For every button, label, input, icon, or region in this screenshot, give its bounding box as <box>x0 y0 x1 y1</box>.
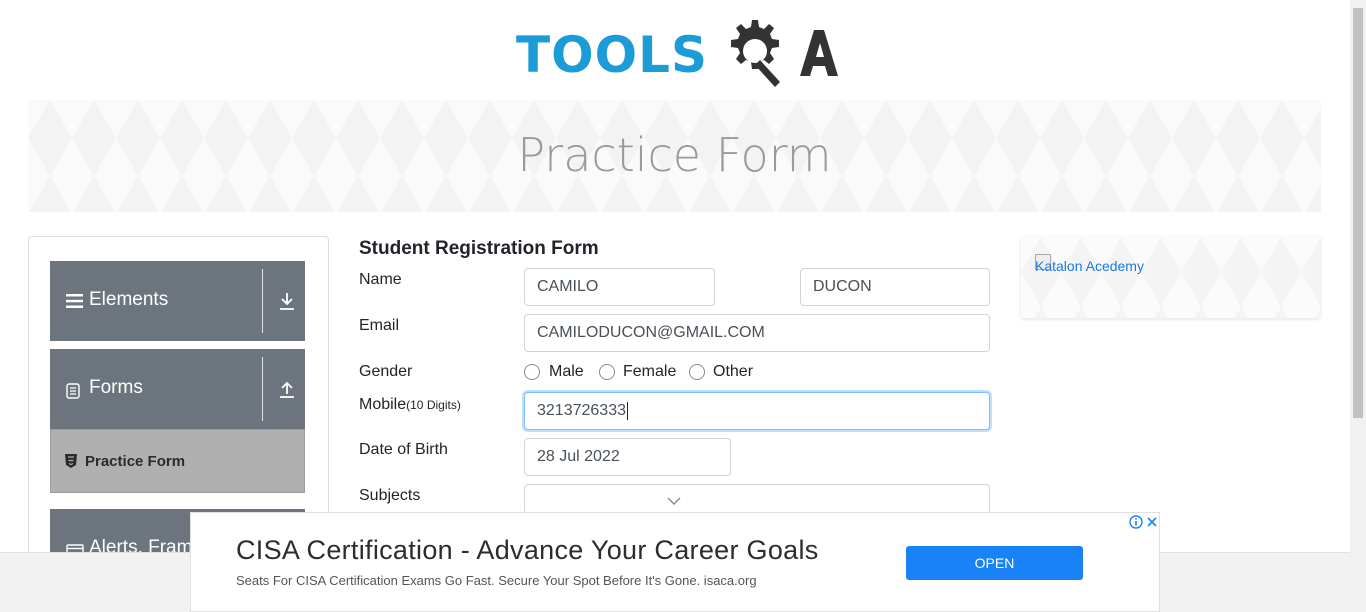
page-banner: Practice Form <box>28 100 1321 212</box>
logo-gear-qa-icon <box>731 20 838 87</box>
ad-subtitle[interactable]: Seats For CISA Certification Exams Go Fa… <box>236 573 757 588</box>
document-icon <box>66 383 80 399</box>
first-name-input[interactable]: CAMILO <box>524 268 715 306</box>
sidebar-group-forms[interactable]: Forms <box>50 349 305 429</box>
logo-text-tools: TOOLS <box>516 26 708 84</box>
scrollbar-thumb[interactable] <box>1353 8 1363 418</box>
radio-label[interactable]: Female <box>623 363 676 381</box>
chevron-down-icon[interactable] <box>667 497 681 505</box>
sidebar-item-label: Practice Form <box>85 453 186 470</box>
gender-label: Gender <box>359 363 413 380</box>
mobile-label: Mobile(10 Digits) <box>359 396 461 414</box>
sidebar-group-label: Elements <box>89 289 169 310</box>
vertical-scrollbar[interactable] <box>1350 0 1366 612</box>
email-input[interactable]: CAMILODUCON@GMAIL.COM <box>524 314 990 352</box>
page-title: Practice Form <box>517 128 832 182</box>
radio-circle[interactable] <box>524 364 540 380</box>
last-name-input[interactable]: DUCON <box>800 268 990 306</box>
bottom-ad-banner[interactable]: CISA Certification - Advance Your Career… <box>190 512 1160 612</box>
radio-circle[interactable] <box>689 364 705 380</box>
form-title: Student Registration Form <box>359 238 599 259</box>
ad-info-icon[interactable] <box>1129 515 1143 529</box>
radio-circle[interactable] <box>599 364 615 380</box>
radio-label[interactable]: Male <box>549 363 584 381</box>
sidebar-item-practice-form[interactable]: Practice Form <box>50 429 305 493</box>
sidebar-group-elements[interactable]: Elements <box>50 261 305 341</box>
email-label: Email <box>359 317 400 334</box>
toolsqa-logo[interactable]: TOOLS <box>514 14 840 94</box>
date-of-birth-input[interactable]: 28 Jul 2022 <box>524 438 731 476</box>
download-arrow-icon[interactable] <box>278 291 296 311</box>
mobile-input[interactable]: 3213726333 <box>524 392 990 430</box>
radio-label[interactable]: Other <box>713 363 753 381</box>
subjects-input[interactable] <box>524 484 990 514</box>
mobile-value: 3213726333 <box>537 402 626 419</box>
mobile-hint: (10 Digits) <box>406 398 461 412</box>
katalon-ad[interactable]: Katalon Acedemy <box>1021 237 1320 318</box>
divider <box>262 269 263 333</box>
mobile-label-text: Mobile <box>359 396 407 413</box>
hamburger-icon <box>66 294 83 308</box>
ad-close-icon[interactable] <box>1145 515 1159 529</box>
divider <box>262 357 263 421</box>
subjects-label: Subjects <box>359 487 421 504</box>
ad-image-alt-text[interactable]: Katalon Acedemy <box>1035 258 1144 274</box>
html5-icon <box>65 454 77 468</box>
text-caret <box>626 401 628 420</box>
ad-title[interactable]: CISA Certification - Advance Your Career… <box>236 535 819 566</box>
upload-arrow-icon[interactable] <box>278 379 296 399</box>
name-label: Name <box>359 271 402 288</box>
dob-label: Date of Birth <box>359 441 448 458</box>
sidebar-group-label: Forms <box>89 377 143 398</box>
ad-open-button[interactable]: OPEN <box>906 546 1083 580</box>
